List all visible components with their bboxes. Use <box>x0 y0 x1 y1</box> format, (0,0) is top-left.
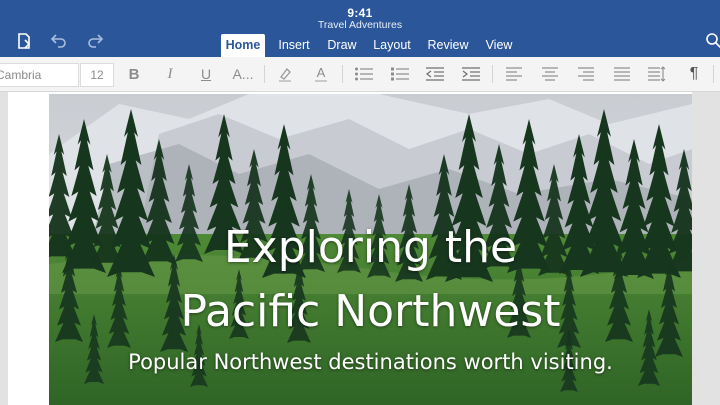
font-name-value: Cambria <box>0 68 42 82</box>
ribbon-divider <box>492 65 493 83</box>
document-title[interactable]: Travel Adventures <box>0 19 720 31</box>
search-icon[interactable] <box>702 29 720 51</box>
font-size-field[interactable]: 12 <box>80 63 114 87</box>
align-center-icon[interactable] <box>539 64 561 84</box>
hero-image[interactable]: Exploring the Pacific Northwest Popular … <box>49 94 692 405</box>
tab-review[interactable]: Review <box>424 34 472 57</box>
numbering-icon[interactable] <box>389 64 411 84</box>
font-color-button[interactable]: A <box>310 64 332 84</box>
ribbon-divider <box>342 65 343 83</box>
hero-title-line-1: Exploring the <box>223 222 518 273</box>
justify-icon[interactable] <box>611 64 633 84</box>
highlighter-icon[interactable] <box>274 64 296 84</box>
italic-button[interactable]: I <box>159 64 181 84</box>
tab-home[interactable]: Home <box>221 34 265 57</box>
underline-button[interactable]: U <box>195 64 217 84</box>
font-name-field[interactable]: Cambria <box>0 63 79 87</box>
hero-subtitle: Popular Northwest destinations worth vis… <box>128 350 613 374</box>
title-bar: 9:41 Travel Adventures Home Insert Draw … <box>0 0 720 57</box>
more-text-formatting-button[interactable]: A... <box>229 64 257 84</box>
tab-insert[interactable]: Insert <box>274 34 314 57</box>
home-ribbon: Cambria 12 B I U A... A ¶ <box>0 57 720 92</box>
ribbon-divider <box>713 65 714 83</box>
line-spacing-icon[interactable] <box>646 64 668 84</box>
align-right-icon[interactable] <box>575 64 597 84</box>
status-time: 9:41 <box>347 6 373 20</box>
tab-view[interactable]: View <box>481 34 517 57</box>
redo-icon[interactable] <box>84 29 106 51</box>
tab-draw[interactable]: Draw <box>323 34 361 57</box>
decrease-indent-icon[interactable] <box>424 64 446 84</box>
paragraph-mark-button[interactable]: ¶ <box>683 64 705 84</box>
document-menu-icon[interactable] <box>13 30 35 52</box>
undo-icon[interactable] <box>48 29 70 51</box>
increase-indent-icon[interactable] <box>460 64 482 84</box>
font-color-label: A <box>314 65 328 82</box>
hero-title-line-2: Pacific Northwest <box>180 286 561 337</box>
bullets-icon[interactable] <box>353 64 375 84</box>
tab-layout[interactable]: Layout <box>369 34 415 57</box>
ribbon-divider <box>264 65 265 83</box>
align-left-icon[interactable] <box>503 64 525 84</box>
bold-button[interactable]: B <box>123 64 145 84</box>
